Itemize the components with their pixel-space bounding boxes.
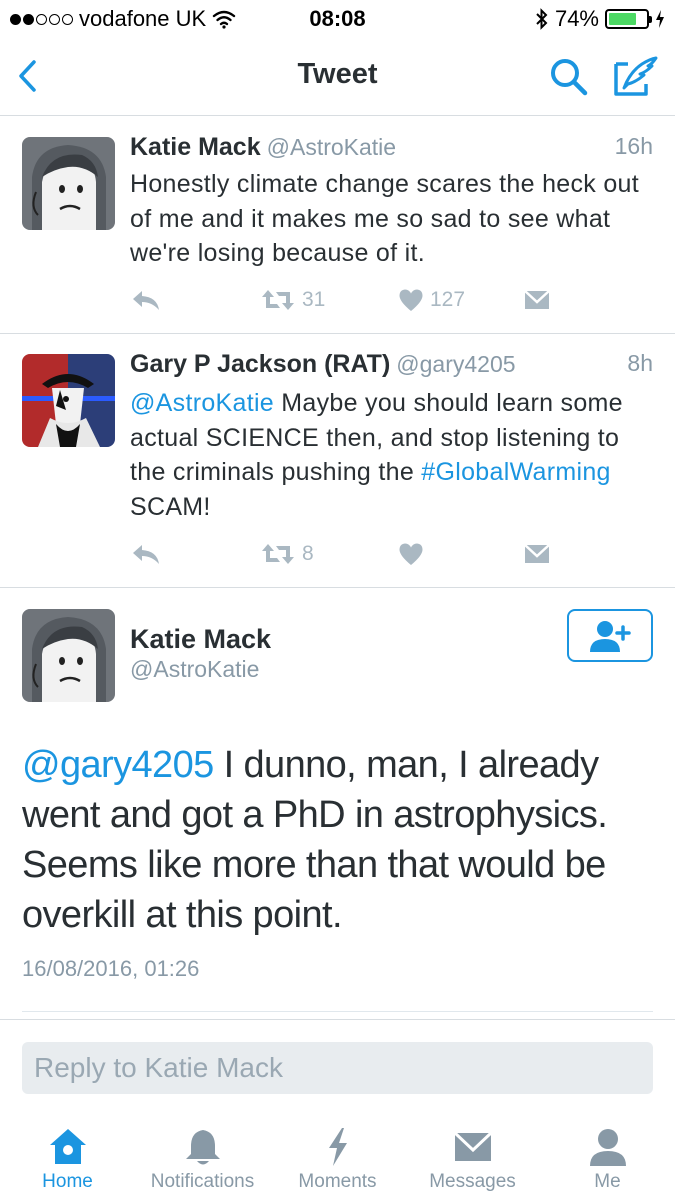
reply-icon: [133, 291, 159, 310]
author-name[interactable]: Katie Mack: [130, 133, 261, 161]
tab-home[interactable]: Home: [0, 1112, 135, 1200]
cartoon-avatar-icon: [22, 609, 115, 702]
tweet-time: 8h: [627, 350, 653, 376]
tweet-text-part: SCAM!: [130, 492, 211, 521]
like-button[interactable]: [398, 538, 430, 570]
avatar[interactable]: [22, 137, 115, 230]
spy-avatar-icon: [22, 354, 115, 447]
status-bar: vodafone UK 08:08 74%: [0, 0, 675, 40]
compose-icon: [614, 56, 658, 96]
author-handle[interactable]: @gary4205: [396, 351, 515, 377]
tweet-header: Katie Mack @AstroKatie 16h: [130, 133, 653, 167]
avatar[interactable]: [22, 609, 115, 702]
main-tweet-text: @gary4205 I dunno, man, I already went a…: [22, 740, 652, 940]
reply-icon: [133, 545, 159, 564]
like-button[interactable]: 127: [398, 284, 465, 316]
reply-button[interactable]: [130, 538, 162, 570]
tab-bar: Home Notifications Moments Messages Me: [0, 1112, 675, 1200]
reply-input[interactable]: Reply to Katie Mack: [22, 1042, 653, 1094]
divider: [0, 1019, 675, 1020]
tab-me[interactable]: Me: [540, 1112, 675, 1200]
like-count: 127: [430, 288, 466, 311]
tab-label: Me: [594, 1171, 621, 1192]
tab-label: Moments: [298, 1171, 377, 1192]
tweet-text: @AstroKatie Maybe you should learn some …: [130, 386, 657, 524]
battery-level: [609, 13, 636, 25]
tweet-time: 16h: [614, 133, 653, 159]
envelope-icon: [524, 544, 550, 563]
tweet-timestamp: 16/08/2016, 01:26: [22, 956, 200, 981]
tweet-item[interactable]: Gary P Jackson (RAT) @gary4205 8h @AstroK…: [0, 334, 675, 588]
tab-label: Notifications: [150, 1171, 255, 1192]
author-handle[interactable]: @AstroKatie: [130, 656, 259, 683]
home-icon: [50, 1129, 86, 1164]
tweet-text: Honestly climate change scares the heck …: [130, 170, 639, 267]
bluetooth-icon: [536, 8, 548, 30]
follow-button[interactable]: [567, 609, 653, 662]
retweet-icon: [262, 544, 294, 564]
author-handle[interactable]: @AstroKatie: [267, 134, 396, 160]
bell-icon: [186, 1130, 220, 1165]
dm-button[interactable]: [524, 538, 550, 570]
tweet-header: Gary P Jackson (RAT) @gary4205 8h: [130, 350, 653, 384]
heart-icon: [399, 289, 423, 311]
search-button[interactable]: [548, 56, 590, 98]
tweet-actions: 8: [130, 538, 560, 570]
tab-label: Messages: [429, 1171, 516, 1192]
envelope-icon: [524, 290, 550, 309]
battery-info: 74%: [535, 6, 665, 32]
dm-button[interactable]: [524, 284, 550, 316]
author-name[interactable]: Gary P Jackson (RAT): [130, 350, 390, 378]
avatar[interactable]: [22, 354, 115, 447]
envelope-icon: [453, 1131, 493, 1161]
compose-button[interactable]: [612, 54, 660, 98]
mention-link[interactable]: @AstroKatie: [130, 389, 274, 417]
retweet-icon: [262, 290, 294, 310]
hashtag-link[interactable]: #GlobalWarming: [421, 458, 610, 486]
battery-percent: 74%: [554, 6, 599, 31]
tab-moments[interactable]: Moments: [270, 1112, 405, 1200]
retweet-count: 8: [302, 542, 314, 565]
lightning-icon: [329, 1128, 347, 1166]
retweet-count: 31: [302, 288, 326, 311]
reply-button[interactable]: [130, 284, 162, 316]
tab-messages[interactable]: Messages: [405, 1112, 540, 1200]
nav-bar: Tweet: [0, 40, 675, 116]
tab-notifications[interactable]: Notifications: [135, 1112, 270, 1200]
battery-icon: [605, 9, 652, 29]
tab-label: Home: [42, 1171, 93, 1192]
tweet-actions: 31 127: [130, 284, 560, 316]
tweet-item[interactable]: Katie Mack @AstroKatie 16h Honestly clima…: [0, 117, 675, 334]
search-icon: [551, 59, 588, 96]
add-user-icon: [590, 620, 631, 652]
divider: [22, 1011, 653, 1012]
charging-icon: [656, 10, 664, 28]
person-icon: [590, 1129, 626, 1166]
retweet-button[interactable]: 8: [260, 538, 314, 570]
mention-link[interactable]: @gary4205: [22, 744, 214, 786]
retweet-button[interactable]: 31: [260, 284, 325, 316]
heart-icon: [399, 543, 423, 565]
author-name[interactable]: Katie Mack: [130, 624, 271, 655]
cartoon-avatar-icon: [22, 137, 115, 230]
